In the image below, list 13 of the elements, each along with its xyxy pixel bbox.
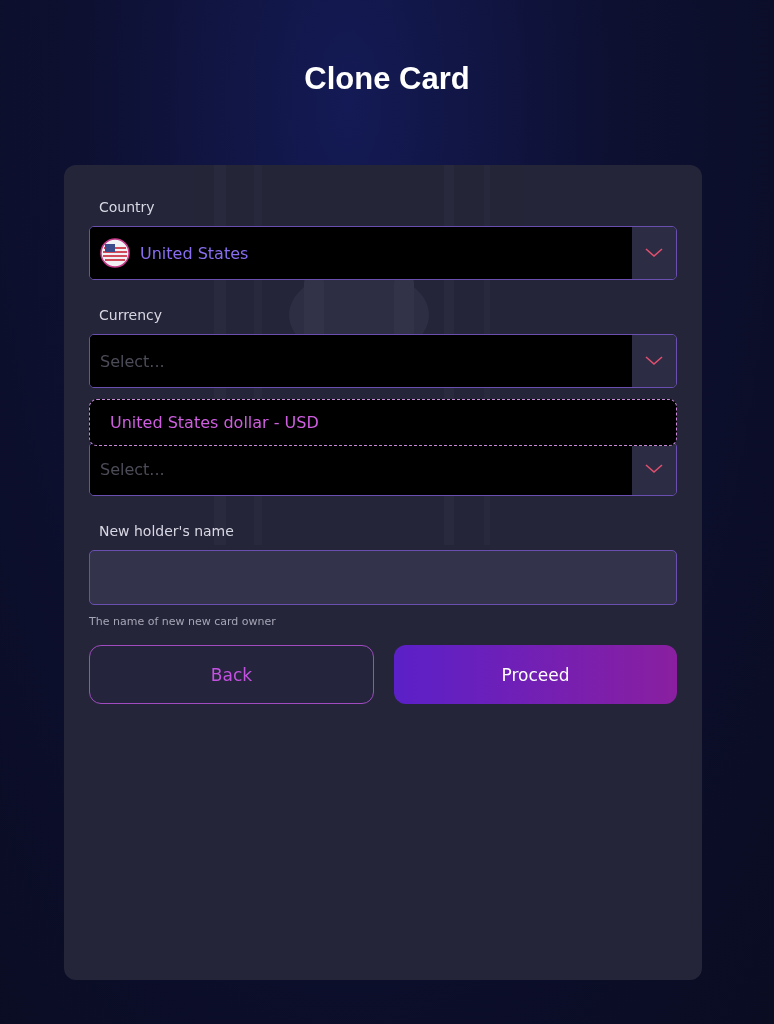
- field-label: Currency: [98, 306, 164, 325]
- back-button[interactable]: Back: [89, 645, 374, 704]
- page-title: Clone Card: [303, 60, 471, 98]
- proceed-button[interactable]: Proceed: [394, 645, 677, 704]
- input-field[interactable]: [89, 550, 677, 605]
- select-field[interactable]: United States: [89, 226, 677, 280]
- chevron-down-icon: [645, 356, 663, 366]
- hint-text: The name of new new card owner: [89, 615, 277, 628]
- field-label: Country: [98, 198, 156, 217]
- field-label: New holder's name: [98, 522, 235, 541]
- chevron-down-icon: [645, 464, 663, 474]
- dropdown-option[interactable]: United States dollar - USD: [90, 413, 319, 432]
- chevron-down-icon: [645, 248, 663, 258]
